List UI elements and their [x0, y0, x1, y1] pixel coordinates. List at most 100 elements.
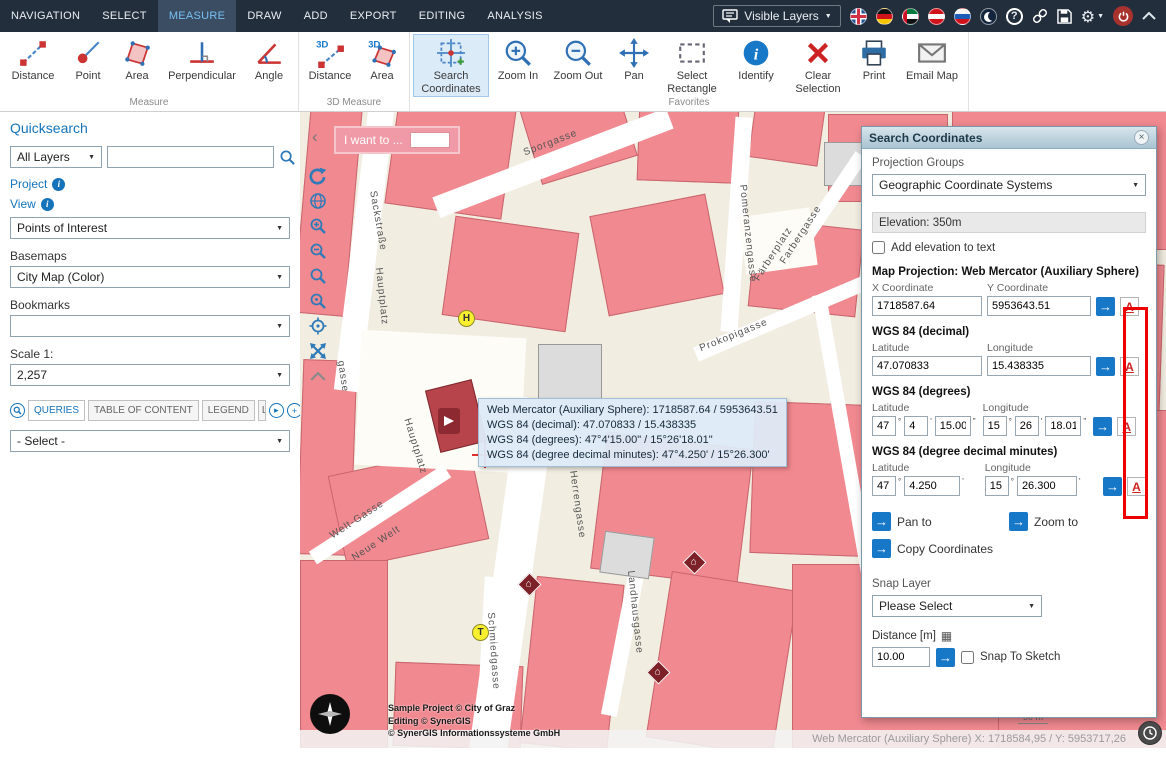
lon-decimal-minutes-input[interactable]: [1017, 476, 1077, 496]
projection-group-select[interactable]: Geographic Coordinate Systems ▼: [872, 174, 1146, 196]
queries-circle-icon[interactable]: [10, 403, 25, 418]
language-arabic-flag[interactable]: [902, 8, 919, 25]
search-coordinates-button[interactable]: Search Coordinates: [413, 34, 489, 97]
panel-header[interactable]: Search Coordinates ×: [862, 127, 1156, 149]
zoom-in-icon[interactable]: [308, 216, 328, 236]
zoom-out-icon[interactable]: [308, 241, 328, 261]
logout-button[interactable]: [1113, 6, 1133, 26]
tab-cut[interactable]: L: [258, 400, 266, 421]
query-select[interactable]: - Select - ▼: [10, 430, 290, 452]
label-xy-button[interactable]: A: [1120, 297, 1139, 316]
tab-legend[interactable]: LEGEND: [202, 400, 255, 421]
zoom-window-icon[interactable]: [308, 266, 328, 286]
x-coordinate-input[interactable]: [872, 296, 982, 316]
history-clock-button[interactable]: [1138, 721, 1162, 745]
language-austria-flag[interactable]: [928, 8, 945, 25]
menu-add[interactable]: ADD: [293, 0, 339, 32]
tab-queries[interactable]: QUERIES: [28, 400, 85, 421]
lat-minutes-input[interactable]: [904, 416, 928, 436]
identify-button[interactable]: i Identify: [725, 34, 787, 97]
lon-seconds-input[interactable]: [1045, 416, 1081, 436]
menu-select[interactable]: SELECT: [91, 0, 158, 32]
email-map-button[interactable]: Email Map: [899, 34, 965, 97]
apply-distance-button[interactable]: →: [936, 648, 955, 667]
apply-xy-button[interactable]: →: [1096, 297, 1115, 316]
menu-navigation[interactable]: NAVIGATION: [0, 0, 91, 32]
lon-degrees-input[interactable]: [985, 476, 1009, 496]
link-icon[interactable]: [1032, 8, 1048, 24]
label-degrees-button[interactable]: A: [1117, 417, 1136, 436]
center-target-icon[interactable]: [308, 316, 328, 336]
search-icon[interactable]: [279, 149, 296, 166]
bookmarks-select[interactable]: ▼: [10, 315, 290, 337]
save-icon[interactable]: [1057, 9, 1072, 24]
help-icon[interactable]: ?: [1006, 8, 1023, 25]
angle-button[interactable]: Angle: [243, 34, 295, 97]
latitude-decimal-input[interactable]: [872, 356, 982, 376]
lat-decimal-minutes-input[interactable]: [904, 476, 960, 496]
menu-export[interactable]: EXPORT: [339, 0, 408, 32]
i-want-to-widget[interactable]: I want to ...: [334, 126, 460, 154]
layer-filter-select[interactable]: All Layers ▼: [10, 146, 102, 168]
close-icon[interactable]: ×: [1134, 130, 1149, 145]
menu-editing[interactable]: EDITING: [408, 0, 477, 32]
distance-input[interactable]: [872, 647, 930, 667]
3d-area-button[interactable]: 3D Area: [358, 34, 406, 97]
menu-measure[interactable]: MEASURE: [158, 0, 237, 32]
grid-icon[interactable]: ▦: [941, 629, 952, 643]
project-link[interactable]: Project i: [10, 177, 290, 191]
pan-button[interactable]: Pan: [609, 34, 659, 97]
zoom-in-button[interactable]: Zoom In: [489, 34, 547, 97]
zoom-selection-icon[interactable]: [308, 291, 328, 311]
quicksearch-input[interactable]: [107, 146, 274, 168]
i-want-to-input[interactable]: [410, 132, 450, 148]
language-russian-flag[interactable]: [954, 8, 971, 25]
area-button[interactable]: Area: [113, 34, 161, 97]
full-extent-icon[interactable]: [308, 341, 328, 361]
apply-decimal-button[interactable]: →: [1096, 357, 1115, 376]
y-coordinate-input[interactable]: [987, 296, 1091, 316]
info-icon[interactable]: i: [52, 178, 65, 191]
distance-button[interactable]: Distance: [3, 34, 63, 97]
menu-draw[interactable]: DRAW: [236, 0, 292, 32]
settings-menu[interactable]: ⚙ ▼: [1081, 7, 1104, 26]
tab-table-of-content[interactable]: TABLE OF CONTENT: [88, 400, 199, 421]
longitude-decimal-input[interactable]: [987, 356, 1091, 376]
zoom-to-button[interactable]: → Zoom to: [1009, 512, 1146, 531]
lon-minutes-input[interactable]: [1015, 416, 1039, 436]
point-button[interactable]: Point: [63, 34, 113, 97]
perpendicular-button[interactable]: Perpendicular: [161, 34, 243, 97]
lat-degrees-input[interactable]: [872, 476, 896, 496]
view-link[interactable]: View i: [10, 197, 290, 211]
language-german-flag[interactable]: [876, 8, 893, 25]
snap-to-sketch-checkbox[interactable]: [961, 651, 974, 664]
visible-layers-dropdown[interactable]: Visible Layers ▼: [713, 5, 840, 27]
night-mode-icon[interactable]: [980, 8, 997, 25]
apply-degrees-button[interactable]: →: [1093, 417, 1112, 436]
lon-degrees-input[interactable]: [983, 416, 1007, 436]
label-ddm-button[interactable]: A: [1127, 477, 1146, 496]
pan-to-button[interactable]: → Pan to: [872, 512, 1009, 531]
zoom-out-button[interactable]: Zoom Out: [547, 34, 609, 97]
clear-selection-button[interactable]: Clear Selection: [787, 34, 849, 97]
collapse-ribbon-button[interactable]: [1142, 12, 1156, 20]
select-rectangle-button[interactable]: Select Rectangle: [659, 34, 725, 97]
view-select[interactable]: Points of Interest ▼: [10, 217, 290, 239]
lat-seconds-input[interactable]: [935, 416, 971, 436]
refresh-icon[interactable]: [308, 166, 328, 186]
tab-add-icon[interactable]: +: [287, 403, 300, 418]
sidebar-collapse-button[interactable]: ‹: [312, 128, 318, 145]
lat-degrees-input[interactable]: [872, 416, 896, 436]
tab-scroll-right-icon[interactable]: ▸: [269, 403, 284, 418]
globe-icon[interactable]: [308, 191, 328, 211]
scale-select[interactable]: 2,257 ▼: [10, 364, 290, 386]
apply-ddm-button[interactable]: →: [1103, 477, 1122, 496]
menu-analysis[interactable]: ANALYSIS: [476, 0, 553, 32]
3d-distance-button[interactable]: 3D Distance: [302, 34, 358, 97]
print-button[interactable]: Print: [849, 34, 899, 97]
copy-coordinates-button[interactable]: → Copy Coordinates: [872, 539, 1146, 558]
snap-layer-select[interactable]: Please Select ▼: [872, 595, 1042, 617]
label-decimal-button[interactable]: A: [1120, 357, 1139, 376]
basemap-select[interactable]: City Map (Color) ▼: [10, 266, 290, 288]
info-icon[interactable]: i: [41, 198, 54, 211]
